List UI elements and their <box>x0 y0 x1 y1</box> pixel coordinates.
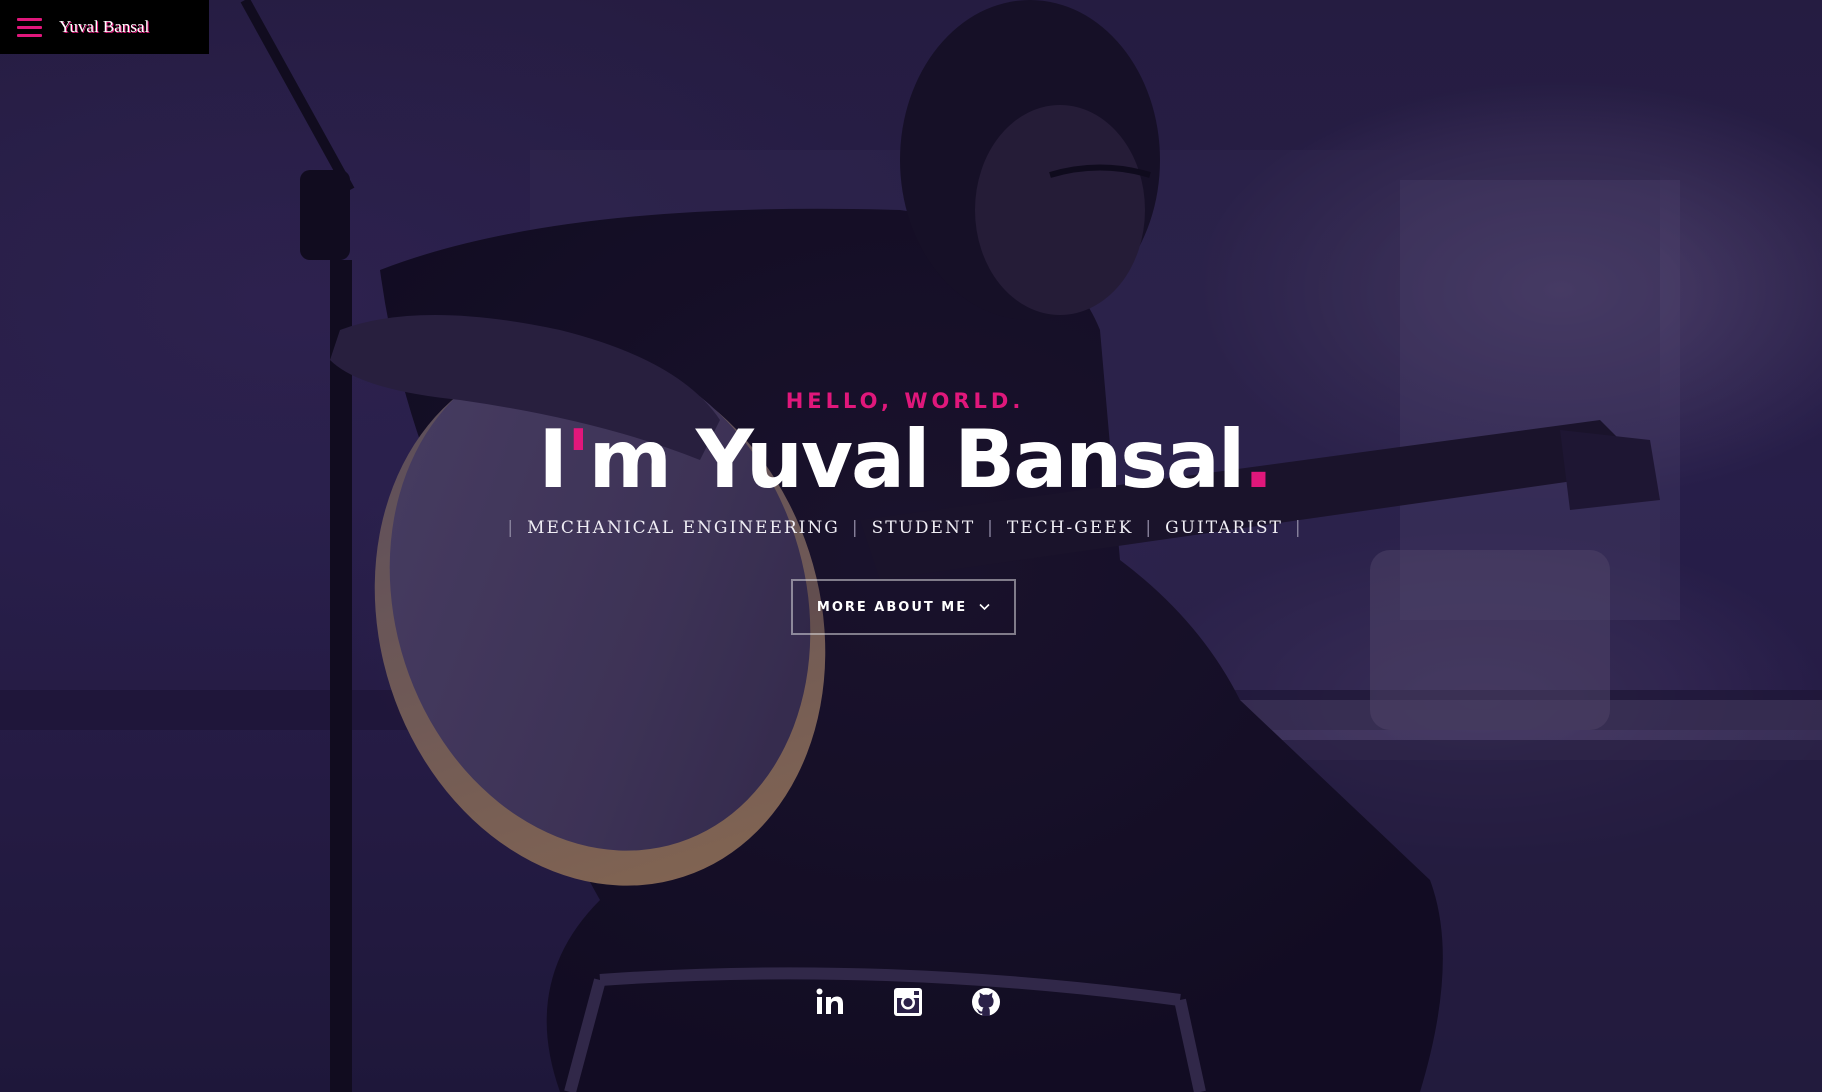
roles-list: | MECHANICAL ENGINEERING | STUDENT | TECH-GEE… <box>0 518 1810 538</box>
role-separator: | <box>507 518 516 538</box>
role-item: STUDENT <box>871 518 976 538</box>
role-separator: | <box>1294 518 1303 538</box>
hero-section: Yuval Bansal HELLO, WORLD. I'm Yuval Ban… <box>0 0 1822 1092</box>
role-item: TECH-GEEK <box>1006 518 1134 538</box>
title-apostrophe: ' <box>566 413 590 506</box>
role-separator: | <box>851 518 860 538</box>
role-item: MECHANICAL ENGINEERING <box>527 518 840 538</box>
title-period: . <box>1243 413 1273 506</box>
hero-title: I'm Yuval Bansal. <box>0 410 1810 510</box>
brand-name[interactable]: Yuval Bansal <box>59 17 149 37</box>
github-icon[interactable] <box>970 986 1002 1018</box>
top-nav: Yuval Bansal <box>0 0 209 54</box>
role-separator: | <box>987 518 995 538</box>
hamburger-menu-icon[interactable] <box>17 18 42 38</box>
instagram-icon[interactable] <box>892 986 924 1018</box>
chevron-down-icon <box>979 600 990 614</box>
role-item: GUITARIST <box>1165 518 1283 538</box>
more-about-me-button[interactable]: MORE ABOUT ME <box>791 579 1016 635</box>
more-about-me-label: MORE ABOUT ME <box>816 599 968 615</box>
title-letter-i: I <box>538 413 568 506</box>
color-overlay <box>0 0 1822 1092</box>
linkedin-icon[interactable] <box>814 986 846 1018</box>
title-text: m Yuval Bansal <box>588 413 1246 506</box>
social-links <box>814 986 1002 1018</box>
role-separator: | <box>1145 518 1154 538</box>
